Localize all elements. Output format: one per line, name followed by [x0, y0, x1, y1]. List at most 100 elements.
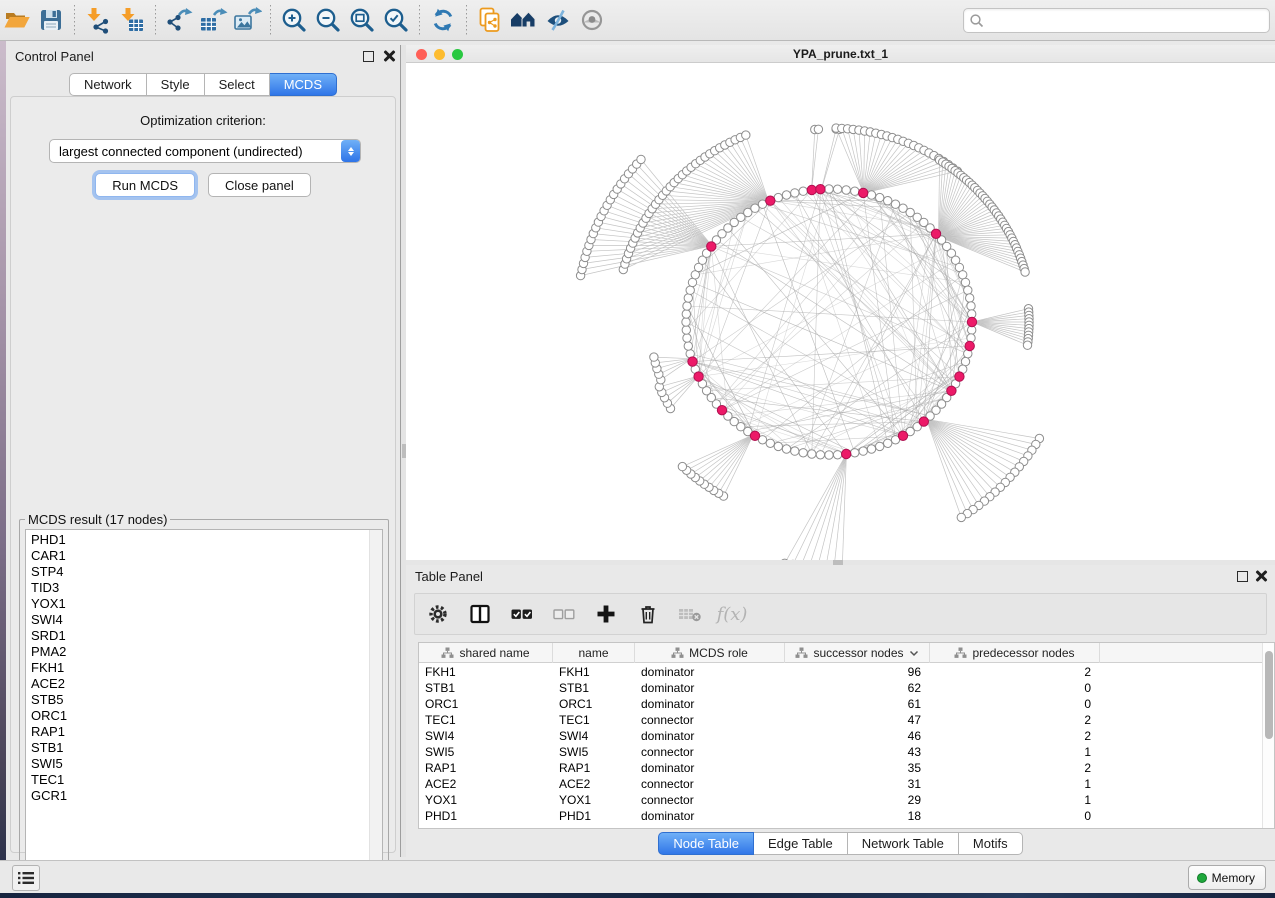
network-node[interactable] [967, 334, 975, 342]
network-node[interactable] [825, 451, 833, 459]
mcds-node[interactable] [947, 386, 956, 395]
mcds-result-item[interactable]: SRD1 [26, 628, 369, 644]
network-node[interactable] [682, 310, 690, 318]
mcds-result-item[interactable]: STP4 [26, 564, 369, 580]
table-row[interactable]: STB1STB1dominator620 [419, 680, 1262, 696]
network-node[interactable] [682, 326, 690, 334]
column-header-MCDS-role[interactable]: MCDS role [635, 643, 785, 663]
function-builder-button[interactable]: f(x) [719, 601, 745, 627]
network-node[interactable] [833, 185, 841, 193]
table-row[interactable]: SWI4SWI4dominator462 [419, 728, 1262, 744]
show-hidden-button[interactable] [575, 4, 609, 36]
column-header-predecessor-nodes[interactable]: predecessor nodes [930, 643, 1100, 663]
home-button[interactable] [507, 4, 541, 36]
import-network-button[interactable] [81, 4, 115, 36]
network-node[interactable] [1023, 341, 1031, 349]
close-panel-button[interactable]: Close panel [208, 173, 311, 197]
table-row[interactable]: ORC1ORC1dominator610 [419, 696, 1262, 712]
network-node[interactable] [966, 294, 974, 302]
tab-node-table[interactable]: Node Table [658, 832, 754, 855]
table-row[interactable]: FKH1FKH1dominator962 [419, 664, 1262, 680]
mcds-node[interactable] [955, 372, 964, 381]
close-panel-icon[interactable] [1255, 570, 1267, 582]
mcds-result-item[interactable]: PHD1 [26, 532, 369, 548]
table-row[interactable]: SWI5SWI5connector431 [419, 744, 1262, 760]
network-node[interactable] [684, 294, 692, 302]
mcds-result-item[interactable]: CAR1 [26, 548, 369, 564]
mcds-node[interactable] [965, 341, 974, 350]
import-table-button[interactable] [115, 4, 149, 36]
table-row[interactable]: PHD1PHD1dominator180 [419, 808, 1262, 824]
network-node[interactable] [766, 439, 774, 447]
network-node[interactable] [684, 342, 692, 350]
network-node[interactable] [876, 442, 884, 450]
search-input[interactable] [985, 11, 1269, 31]
mcds-node[interactable] [967, 317, 976, 326]
export-table-button[interactable] [196, 4, 230, 36]
network-node[interactable] [957, 513, 965, 521]
table-row[interactable]: ACE2ACE2connector311 [419, 776, 1262, 792]
list-scrollbar[interactable] [369, 530, 382, 880]
network-canvas[interactable] [406, 63, 1275, 560]
column-header-shared-name[interactable]: shared name [419, 643, 553, 663]
float-panel-icon[interactable] [363, 51, 374, 62]
mcds-node[interactable] [816, 185, 825, 194]
mcds-result-item[interactable]: TID3 [26, 580, 369, 596]
zoom-fit-button[interactable] [345, 4, 379, 36]
mcds-node[interactable] [807, 185, 816, 194]
tab-network-table[interactable]: Network Table [848, 832, 959, 855]
network-node[interactable] [678, 462, 686, 470]
network-node[interactable] [884, 197, 892, 205]
tab-edge-table[interactable]: Edge Table [754, 832, 848, 855]
mcds-result-item[interactable]: GCR1 [26, 788, 369, 804]
float-panel-icon[interactable] [1237, 571, 1248, 582]
mcds-result-item[interactable]: TEC1 [26, 772, 369, 788]
table-row[interactable]: TEC1TEC1connector472 [419, 712, 1262, 728]
mcds-node[interactable] [919, 417, 928, 426]
network-node[interactable] [637, 155, 645, 163]
show-panels-button[interactable] [12, 865, 40, 891]
network-node[interactable] [791, 447, 799, 455]
network-node[interactable] [867, 191, 875, 199]
mcds-node[interactable] [766, 196, 775, 205]
network-node[interactable] [791, 189, 799, 197]
network-node[interactable] [799, 187, 807, 195]
mcds-node[interactable] [842, 449, 851, 458]
network-node[interactable] [851, 449, 859, 457]
tab-style[interactable]: Style [147, 73, 205, 96]
close-panel-icon[interactable] [383, 50, 395, 62]
network-node[interactable] [782, 191, 790, 199]
network-node[interactable] [884, 439, 892, 447]
run-mcds-button[interactable]: Run MCDS [95, 173, 195, 197]
mcds-result-item[interactable]: RAP1 [26, 724, 369, 740]
save-session-button[interactable] [34, 4, 68, 36]
select-all-rows-button[interactable] [509, 601, 535, 627]
network-node[interactable] [967, 302, 975, 310]
memory-button[interactable]: Memory [1188, 865, 1266, 890]
network-node[interactable] [961, 278, 969, 286]
network-node[interactable] [682, 318, 690, 326]
network-node[interactable] [825, 185, 833, 193]
mcds-result-item[interactable]: PMA2 [26, 644, 369, 660]
mcds-node[interactable] [694, 372, 703, 381]
add-column-button[interactable] [593, 601, 619, 627]
network-node[interactable] [851, 187, 859, 195]
hide-selected-button[interactable] [541, 4, 575, 36]
network-node[interactable] [782, 445, 790, 453]
network-node[interactable] [650, 353, 658, 361]
tab-mcds[interactable]: MCDS [270, 73, 337, 96]
open-session-button[interactable] [0, 4, 34, 36]
network-node[interactable] [683, 334, 691, 342]
network-node[interactable] [799, 449, 807, 457]
scrollbar-thumb[interactable] [1265, 651, 1273, 739]
mcds-result-item[interactable]: STB1 [26, 740, 369, 756]
mcds-result-item[interactable]: ORC1 [26, 708, 369, 724]
table-scrollbar[interactable] [1262, 643, 1274, 828]
deselect-all-rows-button[interactable] [551, 601, 577, 627]
network-node[interactable] [808, 450, 816, 458]
mcds-node[interactable] [717, 406, 726, 415]
network-node[interactable] [842, 186, 850, 194]
optimization-criterion-select[interactable]: largest connected component (undirected) [49, 139, 361, 163]
mcds-node[interactable] [707, 242, 716, 251]
export-image-button[interactable] [230, 4, 264, 36]
